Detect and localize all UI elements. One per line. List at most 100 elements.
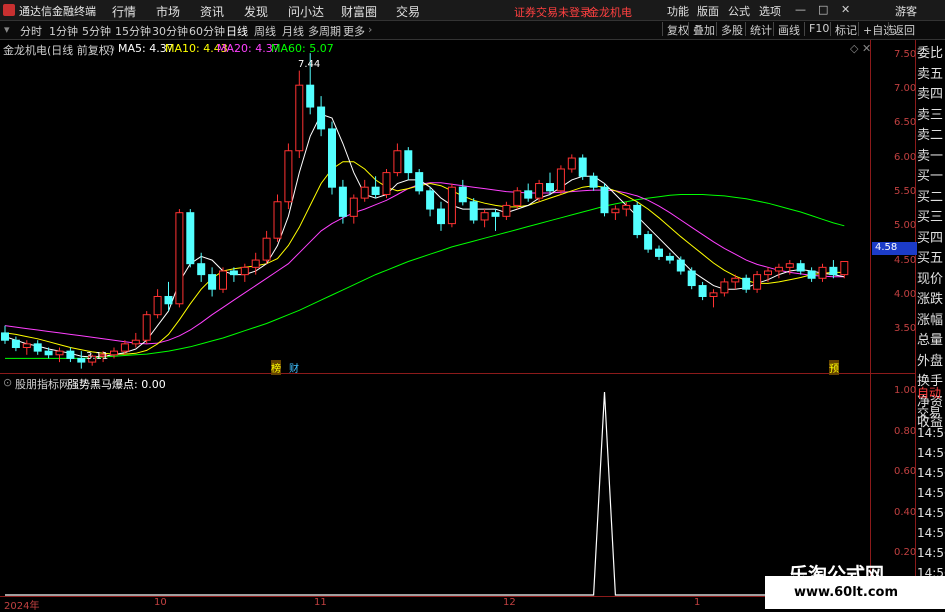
candle-body — [142, 314, 151, 341]
sidebar-sell5[interactable]: 卖五 — [917, 65, 945, 86]
sidebar-outer[interactable]: 外盘 — [917, 352, 945, 373]
candle-body — [676, 259, 685, 272]
candle-body — [338, 186, 347, 217]
candle-body — [11, 339, 20, 348]
time-label: 10 — [154, 597, 167, 608]
btn-tongji[interactable]: 统计 — [745, 22, 772, 37]
menu-xuanxiang[interactable]: 选项 — [759, 3, 781, 19]
title-bar: 通达信金融终端 行情 市场 资讯 发现 问小达 财富圈 交易 证券交易未登录 金… — [0, 0, 945, 21]
period-more[interactable]: 更多 — [343, 23, 365, 39]
sidebar-buy3[interactable]: 买三 — [917, 208, 945, 229]
sidebar-sell1[interactable]: 卖一 — [917, 147, 945, 168]
btn-back[interactable]: 返回 — [888, 22, 915, 37]
sidebar-trade[interactable]: 交易 — [917, 403, 945, 423]
sidebar-buy5[interactable]: 买五 — [917, 249, 945, 270]
menu-hangqing[interactable]: 行情 — [112, 3, 136, 20]
btn-fuquan[interactable]: 复权 — [662, 22, 689, 37]
mark-cai[interactable]: 财 — [289, 360, 299, 375]
candle-body — [164, 295, 173, 305]
candle-body — [840, 261, 849, 276]
tick-time: 14:56 — [917, 486, 945, 500]
period-15min[interactable]: 15分钟 — [115, 23, 151, 39]
menu-zixun[interactable]: 资讯 — [200, 3, 224, 20]
time-label: 1 — [694, 597, 701, 608]
candle-body — [393, 150, 402, 174]
yaxis-label: 4.00 — [894, 289, 917, 300]
ind-yaxis-label: 0.60 — [894, 466, 917, 477]
period-30min[interactable]: 30分钟 — [152, 23, 188, 39]
period-weekly[interactable]: 周线 — [254, 23, 276, 39]
indicator-source: 股朋指标网 — [15, 378, 70, 391]
period-60min[interactable]: 60分钟 — [189, 23, 225, 39]
guest-label[interactable]: 游客 — [895, 3, 917, 19]
menu-gongneng[interactable]: 功能 — [667, 3, 689, 19]
btn-duogu[interactable]: 多股 — [716, 22, 743, 37]
btn-f10[interactable]: F10 — [804, 22, 829, 36]
ma5-line — [4, 113, 845, 358]
time-label: 2024年 — [4, 601, 40, 612]
btn-biaoji[interactable]: 标记 — [830, 22, 857, 37]
btn-huaxian[interactable]: 画线 — [773, 22, 800, 37]
indicator-chart[interactable] — [0, 375, 870, 596]
menu-jiaoyi[interactable]: 交易 — [396, 3, 420, 20]
menu-faxian[interactable]: 发现 — [244, 3, 268, 20]
sidebar-change-pct[interactable]: 涨幅 — [917, 311, 945, 332]
candle-body — [306, 84, 315, 108]
sidebar-sell3[interactable]: 卖三 — [917, 106, 945, 127]
candle-body — [22, 343, 31, 348]
tick-time: 14:56 — [917, 426, 945, 440]
candlestick-chart[interactable] — [0, 40, 870, 373]
sidebar-buy1[interactable]: 买一 — [917, 167, 945, 188]
sidebar-sell4[interactable]: 卖四 — [917, 85, 945, 106]
app-logo-icon — [3, 4, 15, 16]
candle-body — [818, 266, 827, 279]
minimize-icon[interactable]: — — [795, 3, 806, 16]
menu-wenxiaoda[interactable]: 问小达 — [288, 3, 324, 20]
more-chevron-icon[interactable]: › — [368, 23, 372, 36]
sidebar-buy4[interactable]: 买四 — [917, 229, 945, 250]
candle-body — [120, 343, 129, 352]
sidebar-change[interactable]: 涨跌 — [917, 290, 945, 311]
sidebar-auto[interactable]: 自动 — [917, 383, 945, 403]
period-monthly[interactable]: 月线 — [282, 23, 304, 39]
candle-body — [709, 292, 718, 297]
watermark-url: www.60lt.com — [794, 585, 899, 600]
mark-yu[interactable]: 预 — [829, 360, 839, 375]
candle-body — [600, 186, 609, 214]
close-icon[interactable]: ✕ — [841, 3, 850, 16]
candle-body — [55, 350, 64, 356]
ind-yaxis-label: 1.00 — [894, 385, 917, 396]
toolbar-menu-icon[interactable]: ▾ — [4, 23, 10, 36]
candle-body — [404, 150, 413, 174]
time-label: 11 — [314, 597, 327, 608]
indicator-settings-icon[interactable]: ⊙ — [3, 376, 12, 389]
period-daily[interactable]: 日线 — [226, 23, 248, 39]
mark-bang[interactable]: 榜 — [271, 360, 281, 375]
candle-body — [655, 248, 663, 257]
menu-gongshi[interactable]: 公式 — [728, 3, 750, 19]
menu-banmian[interactable]: 版面 — [697, 3, 719, 19]
tick-time: 14:56 — [917, 546, 945, 560]
sidebar-buy2[interactable]: 买二 — [917, 188, 945, 209]
yaxis-label: 5.00 — [894, 220, 917, 231]
period-1min[interactable]: 1分钟 — [49, 23, 78, 39]
restore-icon[interactable]: □ — [818, 3, 828, 16]
yaxis-label: 7.50 — [894, 49, 917, 60]
trade-sidebar: 自动 交易 14:56 14:56 14:56 14:56 14:56 14:5… — [917, 383, 945, 583]
menu-shichang[interactable]: 市场 — [156, 3, 180, 20]
period-5min[interactable]: 5分钟 — [82, 23, 111, 39]
candle-body — [33, 343, 42, 352]
yaxis-label: 6.50 — [894, 117, 917, 128]
tick-time: 14:56 — [917, 526, 945, 540]
current-price-tag: 4.58 — [872, 242, 917, 255]
period-fenshi[interactable]: 分时 — [20, 23, 42, 39]
btn-diejia[interactable]: 叠加 — [688, 22, 715, 37]
period-multi[interactable]: 多周期 — [308, 23, 341, 39]
sidebar-weibi[interactable]: 委比 — [917, 44, 945, 65]
sidebar-price[interactable]: 现价 — [917, 270, 945, 291]
candle-body — [458, 186, 467, 203]
sidebar-volume[interactable]: 总量 — [917, 331, 945, 352]
menu-caifuquan[interactable]: 财富圈 — [341, 3, 377, 20]
candle-body — [360, 186, 369, 199]
sidebar-sell2[interactable]: 卖二 — [917, 126, 945, 147]
